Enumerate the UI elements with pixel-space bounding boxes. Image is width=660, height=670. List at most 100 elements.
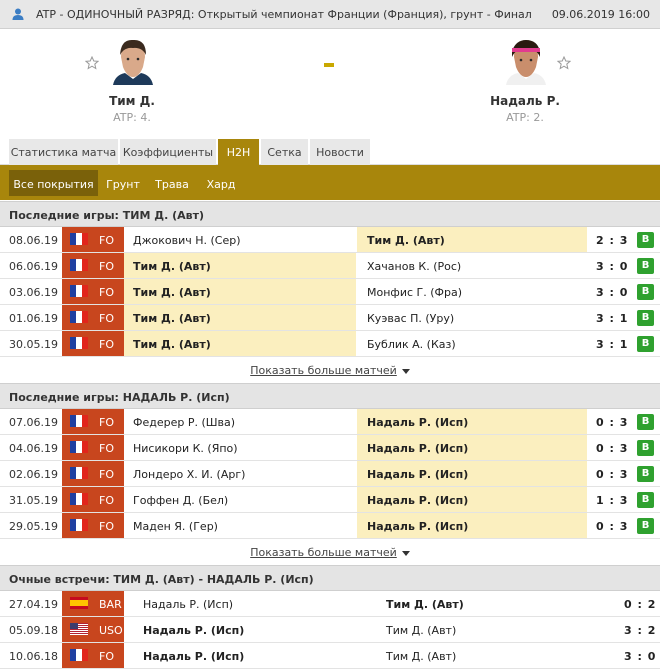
match-date: 06.06.19 xyxy=(9,260,58,273)
away-player-rank: ATP: 2. xyxy=(506,111,544,124)
home-player[interactable]: Надаль Р. (Исп) xyxy=(143,598,233,611)
filter-all-surfaces[interactable]: Все покрытия xyxy=(9,170,98,196)
match-row[interactable]: 06.06.19 FO Тим Д. (Авт) Хачанов К. (Рос) 3 … xyxy=(0,253,660,279)
away-player[interactable]: Тим Д. (Авт) xyxy=(386,650,456,663)
tournament-badge[interactable]: BAR xyxy=(62,591,124,616)
favorite-star-icon[interactable] xyxy=(557,56,571,70)
match-row[interactable]: 08.06.19 FO Джокович Н. (Сер) Тим Д. (Авт) 2… xyxy=(0,227,660,253)
tournament-badge[interactable]: FO xyxy=(62,435,124,460)
filter-clay[interactable]: Грунт xyxy=(100,170,146,196)
match-row[interactable]: 04.06.19 FO Нисикори К. (Япо) Надаль Р. (Ис… xyxy=(0,435,660,461)
tournament-badge[interactable]: FO xyxy=(62,227,124,252)
match-row[interactable]: 30.05.19 FO Тим Д. (Авт) Бублик А. (Каз) 3 :… xyxy=(0,331,660,357)
home-player[interactable]: Лондеро Х. И. (Арг) xyxy=(133,468,245,481)
usa-flag-icon xyxy=(70,623,88,635)
match-score: 1 : 3 xyxy=(596,494,629,507)
away-player[interactable]: Надаль Р. (Исп) xyxy=(367,520,468,533)
tournament-badge[interactable]: FO xyxy=(62,331,124,356)
away-player[interactable]: Надаль Р. (Исп) xyxy=(367,468,468,481)
away-player[interactable]: Хачанов К. (Рос) xyxy=(367,260,461,273)
tournament-code: FO xyxy=(99,260,114,273)
tournament-badge[interactable]: FO xyxy=(62,253,124,278)
match-row[interactable]: 05.09.18 USO Надаль Р. (Исп) Тим Д. (Авт) 3 … xyxy=(0,617,660,643)
away-player[interactable]: Надаль Р. (Исп) xyxy=(367,494,468,507)
tab-h2h[interactable]: H2H xyxy=(218,139,259,165)
away-player[interactable]: Надаль Р. (Исп) xyxy=(367,416,468,429)
player-avatar[interactable] xyxy=(502,37,550,85)
tournament-badge[interactable]: FO xyxy=(62,279,124,304)
away-player[interactable]: Бублик А. (Каз) xyxy=(367,338,456,351)
chevron-down-icon[interactable] xyxy=(401,550,410,556)
away-player[interactable]: Тим Д. (Авт) xyxy=(386,624,456,637)
match-score: 0 : 3 xyxy=(596,468,629,481)
match-row[interactable]: 07.06.19 FO Федерер Р. (Шва) Надаль Р. (Исп… xyxy=(0,409,660,435)
tournament-code: FO xyxy=(99,312,114,325)
home-player[interactable]: Джокович Н. (Сер) xyxy=(133,234,241,247)
home-player[interactable]: Тим Д. (Авт) xyxy=(133,260,211,273)
match-score: 3 : 1 xyxy=(596,312,629,325)
favorite-star-icon[interactable] xyxy=(85,56,99,70)
away-player[interactable]: Тим Д. (Авт) xyxy=(386,598,464,611)
match-datetime: 09.06.2019 16:00 xyxy=(551,8,650,21)
match-date: 30.05.19 xyxy=(9,338,58,351)
tab-draw[interactable]: Сетка xyxy=(261,139,308,165)
match-date: 01.06.19 xyxy=(9,312,58,325)
spain-flag-icon xyxy=(70,597,88,609)
home-player[interactable]: Надаль Р. (Исп) xyxy=(143,624,244,637)
match-row[interactable]: 31.05.19 FO Гоффен Д. (Бел) Надаль Р. (Исп)… xyxy=(0,487,660,513)
tournament-code: FO xyxy=(99,442,114,455)
away-player[interactable]: Надаль Р. (Исп) xyxy=(367,442,468,455)
match-row[interactable]: 03.06.19 FO Тим Д. (Авт) Монфис Г. (Фра) 3 :… xyxy=(0,279,660,305)
show-more-home: Показать больше матчей xyxy=(0,357,660,383)
section-title: Очные встречи: ТИМ Д. (Авт) - НАДАЛЬ Р. … xyxy=(0,565,660,591)
player-avatar[interactable] xyxy=(109,37,157,85)
tournament-code: FO xyxy=(99,520,114,533)
match-row[interactable]: 29.05.19 FO Маден Я. (Гер) Надаль Р. (Исп) 0… xyxy=(0,513,660,539)
france-flag-icon xyxy=(70,415,88,427)
match-row[interactable]: 01.06.19 FO Тим Д. (Авт) Куэвас П. (Уру) 3 :… xyxy=(0,305,660,331)
chevron-down-icon[interactable] xyxy=(401,368,410,374)
match-score: 3 : 0 xyxy=(596,286,629,299)
tournament-code: FO xyxy=(99,234,114,247)
home-player[interactable]: Тим Д. (Авт) xyxy=(133,286,211,299)
match-topbar: ATP - ОДИНОЧНЫЙ РАЗРЯД: Открытый чемпион… xyxy=(0,0,660,29)
match-tabs: Статистика матча Коэффициенты H2H Сетка … xyxy=(0,136,660,165)
tab-match-stats[interactable]: Статистика матча xyxy=(9,139,118,165)
tournament-code: FO xyxy=(99,468,114,481)
match-row[interactable]: 02.06.19 FO Лондеро Х. И. (Арг) Надаль Р. (… xyxy=(0,461,660,487)
home-player[interactable]: Тим Д. (Авт) xyxy=(133,338,211,351)
match-date: 04.06.19 xyxy=(9,442,58,455)
match-date: 02.06.19 xyxy=(9,468,58,481)
home-player[interactable]: Гоффен Д. (Бел) xyxy=(133,494,228,507)
home-player[interactable]: Тим Д. (Авт) xyxy=(133,312,211,325)
tournament-badge[interactable]: FO xyxy=(62,409,124,434)
away-player[interactable]: Тим Д. (Авт) xyxy=(367,234,445,247)
home-player[interactable]: Федерер Р. (Шва) xyxy=(133,416,235,429)
filter-grass[interactable]: Трава xyxy=(148,170,196,196)
home-player[interactable]: Нисикори К. (Япо) xyxy=(133,442,238,455)
tournament-badge[interactable]: FO xyxy=(62,513,124,538)
home-player-name[interactable]: Тим Д. xyxy=(82,94,182,108)
match-row[interactable]: 10.06.18 FO Надаль Р. (Исп) Тим Д. (Авт) 3 :… xyxy=(0,643,660,669)
home-player[interactable]: Маден Я. (Гер) xyxy=(133,520,218,533)
show-more-link[interactable]: Показать больше матчей xyxy=(250,364,397,377)
tournament-badge[interactable]: FO xyxy=(62,643,124,668)
match-date: 10.06.18 xyxy=(9,650,58,663)
away-player[interactable]: Куэвас П. (Уру) xyxy=(367,312,454,325)
tournament-badge[interactable]: FO xyxy=(62,487,124,512)
filter-hard[interactable]: Хард xyxy=(198,170,244,196)
france-flag-icon xyxy=(70,649,88,661)
away-player[interactable]: Монфис Г. (Фра) xyxy=(367,286,462,299)
tournament-code: FO xyxy=(99,650,114,663)
show-more-link[interactable]: Показать больше матчей xyxy=(250,546,397,559)
tournament-badge[interactable]: USO xyxy=(62,617,124,642)
match-row[interactable]: 27.04.19 BAR Надаль Р. (Исп) Тим Д. (Авт) 0 … xyxy=(0,591,660,617)
home-player[interactable]: Надаль Р. (Исп) xyxy=(143,650,244,663)
away-player-name[interactable]: Надаль Р. xyxy=(475,94,575,108)
win-badge: В xyxy=(637,492,654,508)
tab-odds[interactable]: Коэффициенты xyxy=(120,139,216,165)
tournament-badge[interactable]: FO xyxy=(62,305,124,330)
tournament-badge[interactable]: FO xyxy=(62,461,124,486)
match-date: 27.04.19 xyxy=(9,598,58,611)
tab-news[interactable]: Новости xyxy=(310,139,370,165)
